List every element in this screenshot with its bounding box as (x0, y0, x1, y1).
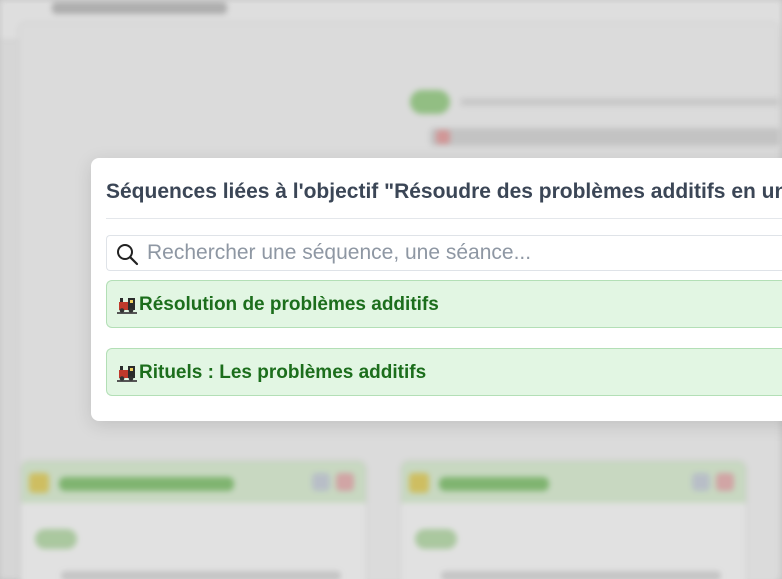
train-icon (117, 366, 137, 382)
linked-sequences-modal: Séquences liées à l'objectif "Résoudre d… (91, 158, 782, 421)
search-input[interactable] (147, 240, 782, 266)
sequence-label: Rituels : Les problèmes additifs (139, 362, 427, 383)
title-divider (106, 218, 782, 219)
train-icon (117, 298, 137, 314)
sequence-label: Résolution de problèmes additifs (139, 294, 439, 315)
search-box[interactable] (106, 235, 782, 271)
sequence-item[interactable]: Rituels : Les problèmes additifs (106, 348, 782, 396)
modal-title: Séquences liées à l'objectif "Résoudre d… (106, 180, 782, 203)
sequence-item[interactable]: Résolution de problèmes additifs (106, 280, 782, 328)
search-icon (117, 244, 139, 266)
